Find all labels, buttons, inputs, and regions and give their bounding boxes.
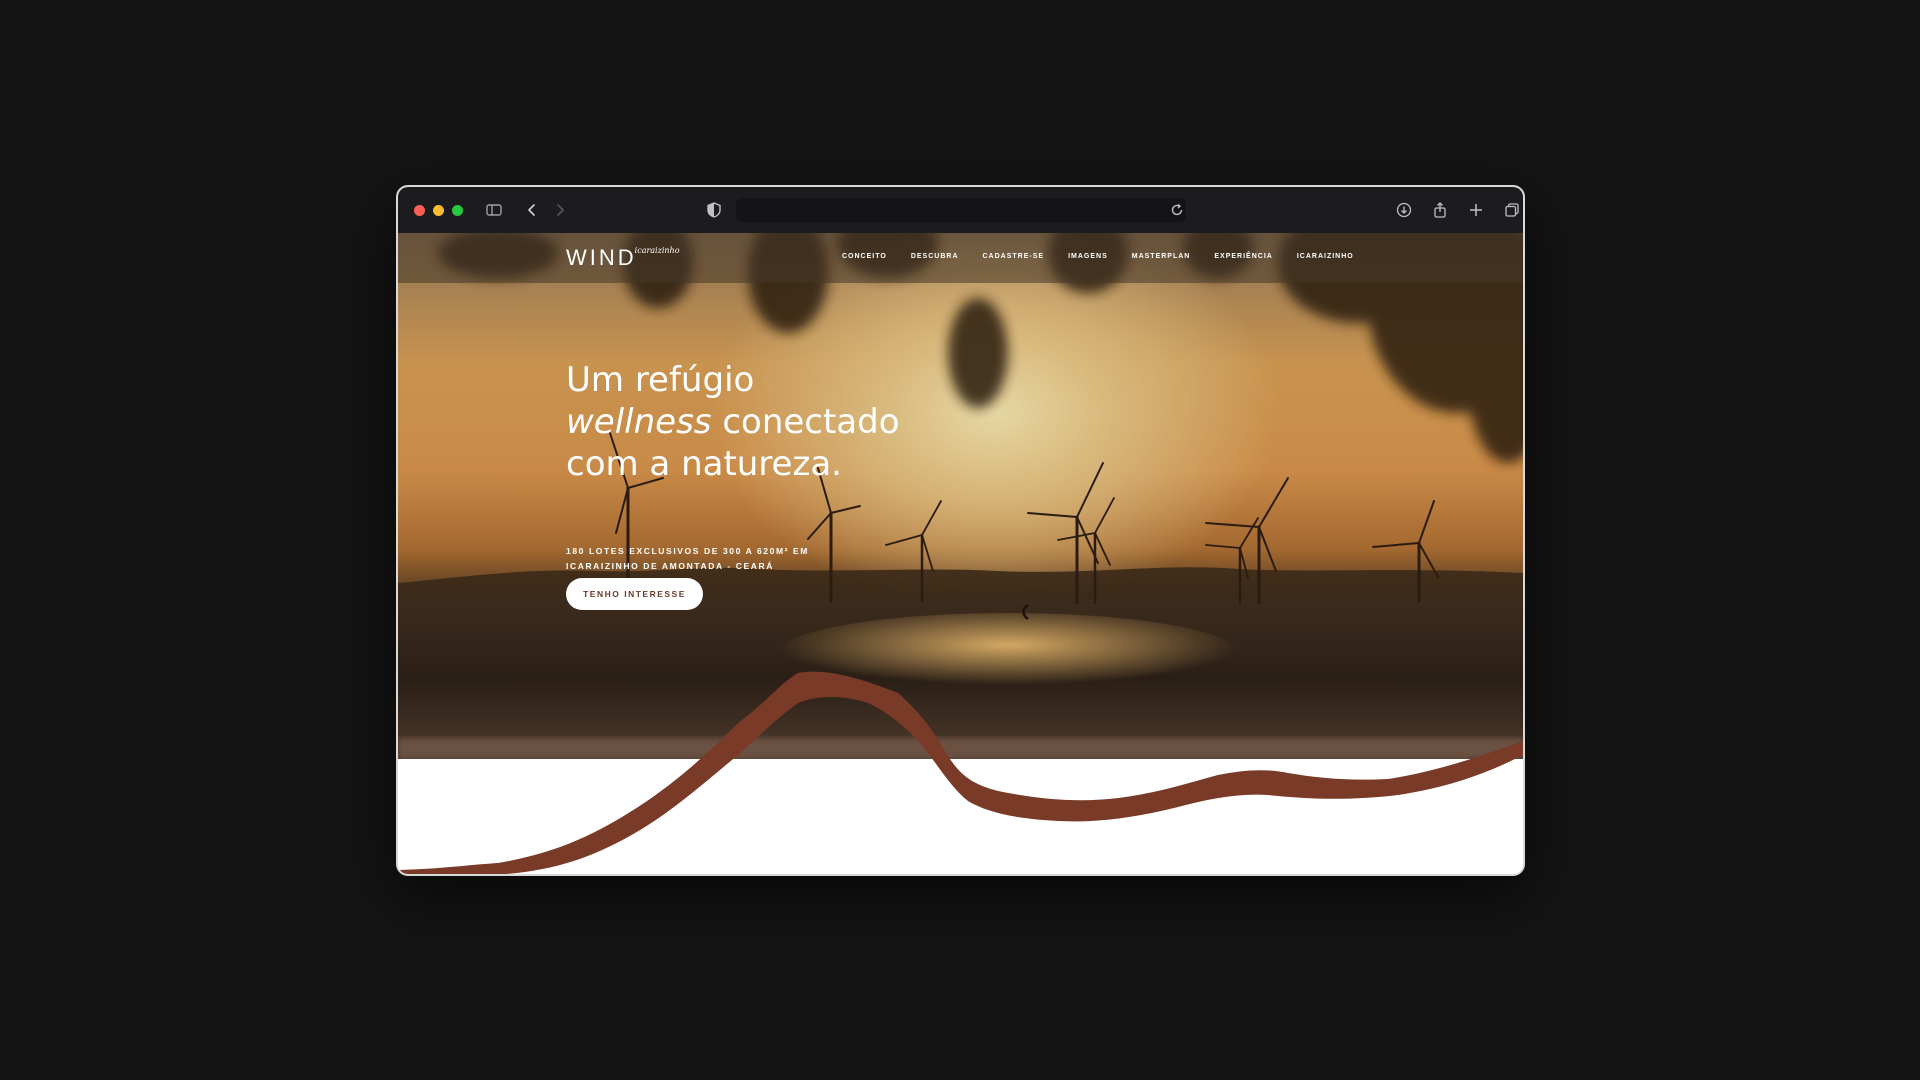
maximize-dot[interactable] — [452, 204, 463, 216]
main-nav: CONCEITO DESCUBRA CADASTRE-SE IMAGENS MA… — [842, 253, 1354, 260]
reload-icon[interactable] — [1165, 198, 1189, 222]
minimize-dot[interactable] — [433, 204, 444, 216]
forward-icon[interactable] — [548, 198, 572, 222]
hero-headline: Um refúgio wellness conectado com a natu… — [566, 359, 900, 485]
logo-wordmark: WIND — [566, 245, 637, 270]
headline-line-2-rest: conectado — [711, 402, 900, 442]
site-navbar: WIND icaraizinho CONCEITO DESCUBRA CADAS… — [398, 233, 1523, 283]
headline-line-2: wellness conectado — [566, 401, 900, 443]
hero-subtitle: 180 LOTES EXCLUSIVOS DE 300 A 620M² EM I… — [566, 544, 809, 574]
back-icon[interactable] — [520, 198, 544, 222]
web-page: WIND icaraizinho CONCEITO DESCUBRA CADAS… — [398, 233, 1523, 874]
share-icon[interactable] — [1428, 198, 1452, 222]
close-dot[interactable] — [414, 204, 425, 216]
nav-item-cadastre-se[interactable]: CADASTRE-SE — [983, 253, 1045, 260]
plus-icon[interactable] — [1464, 198, 1488, 222]
sidebar-icon[interactable] — [482, 198, 506, 222]
browser-toolbar — [398, 187, 1523, 233]
interest-button[interactable]: TENHO INTERESSE — [566, 578, 703, 610]
subtitle-line-2: ICARAIZINHO DE AMONTADA - CEARÁ — [566, 561, 774, 571]
headline-italic: wellness — [566, 402, 712, 442]
nav-item-descubra[interactable]: DESCUBRA — [911, 253, 959, 260]
logo-script: icaraizinho — [634, 245, 680, 255]
nav-item-masterplan[interactable]: MASTERPLAN — [1132, 253, 1191, 260]
headline-line-1: Um refúgio — [566, 360, 755, 400]
browser-window: WIND icaraizinho CONCEITO DESCUBRA CADAS… — [396, 185, 1525, 876]
shield-icon[interactable] — [702, 198, 726, 222]
headline-line-3: com a natureza. — [566, 444, 842, 484]
nav-item-imagens[interactable]: IMAGENS — [1068, 253, 1108, 260]
download-icon[interactable] — [1392, 198, 1416, 222]
address-bar[interactable] — [736, 198, 1186, 222]
nav-item-icaraizinho[interactable]: ICARAIZINHO — [1297, 253, 1354, 260]
site-logo[interactable]: WIND icaraizinho — [566, 243, 680, 273]
tabs-icon[interactable] — [1500, 198, 1523, 222]
hero-background-image — [398, 233, 1523, 759]
subtitle-line-1: 180 LOTES EXCLUSIVOS DE 300 A 620M² EM — [566, 546, 809, 556]
window-controls — [414, 204, 463, 216]
nav-item-experiencia[interactable]: EXPERIÊNCIA — [1214, 253, 1272, 260]
hero-section: WIND icaraizinho CONCEITO DESCUBRA CADAS… — [398, 233, 1523, 759]
nav-item-conceito[interactable]: CONCEITO — [842, 253, 887, 260]
